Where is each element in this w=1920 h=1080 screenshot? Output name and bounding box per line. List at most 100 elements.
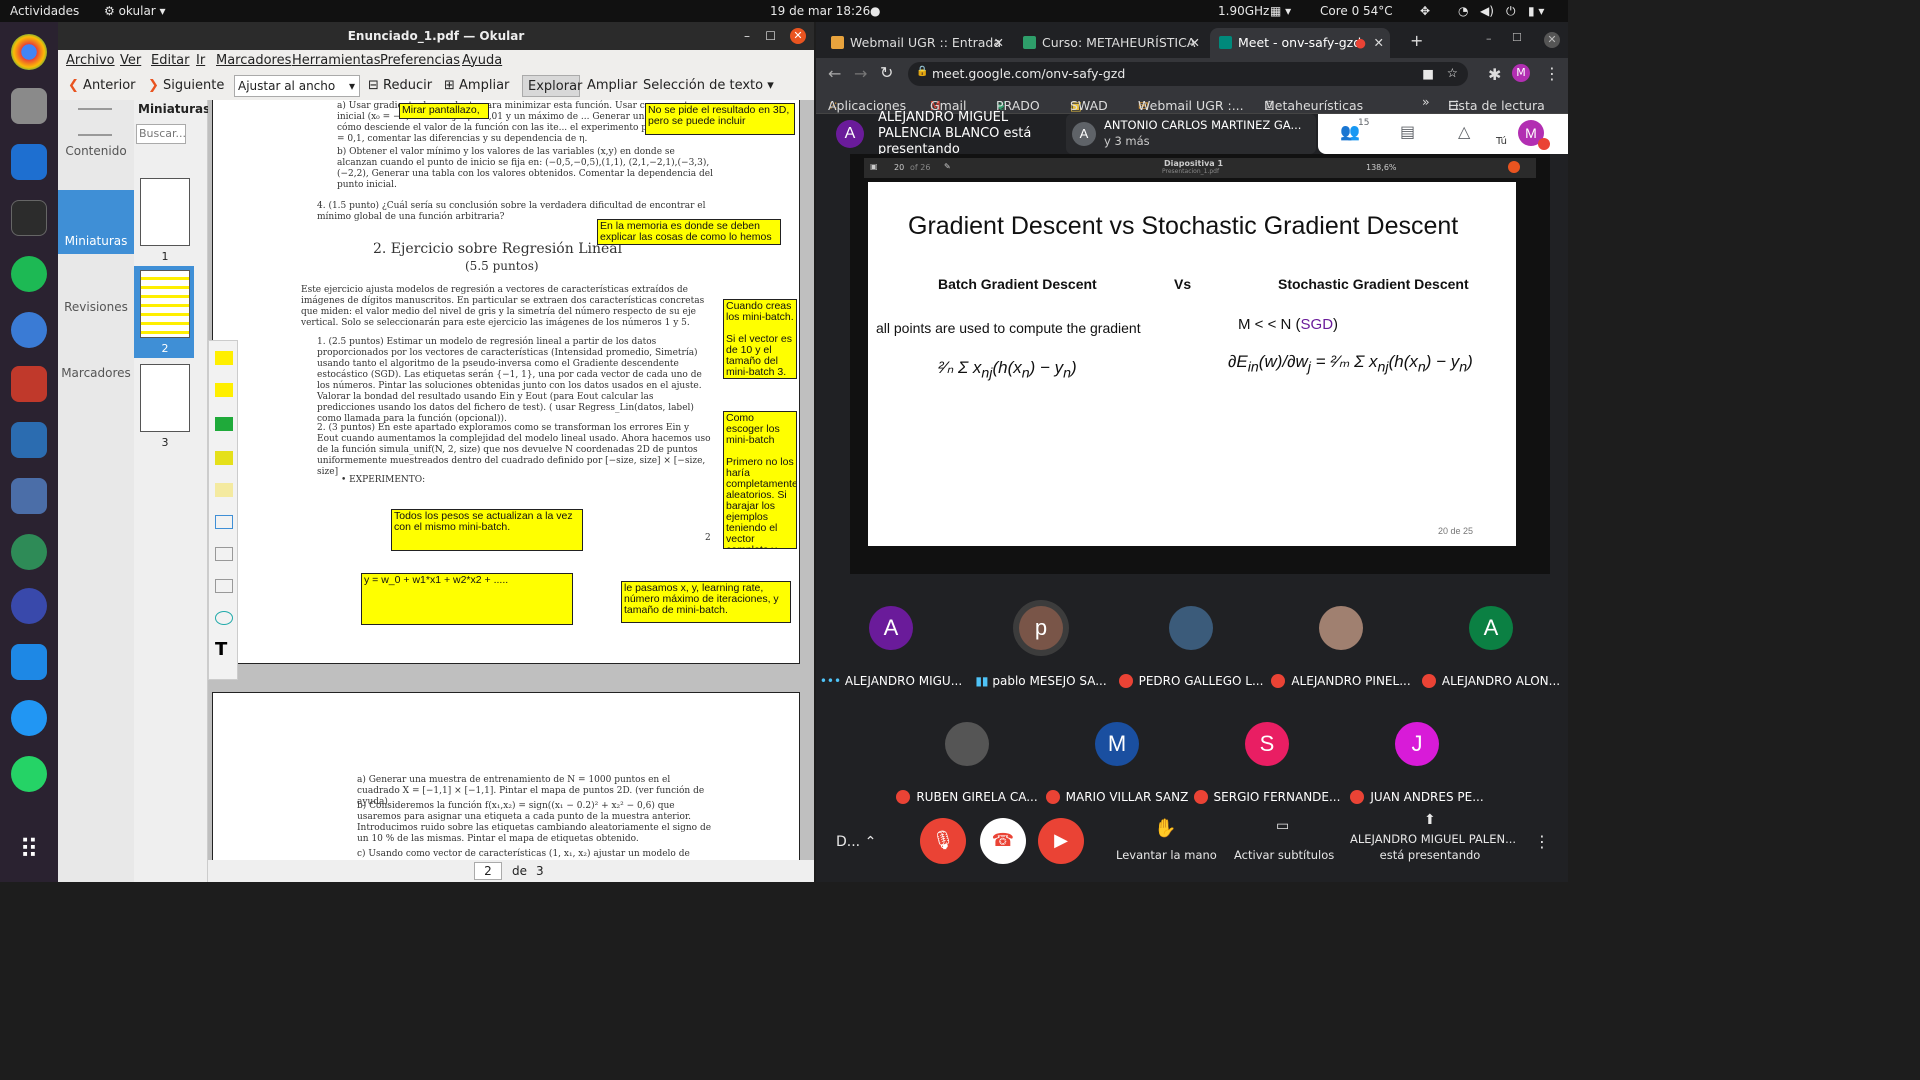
close-tab-icon[interactable]: ✕ — [1374, 35, 1384, 50]
browse-tool-button[interactable]: Explorar — [522, 75, 582, 97]
yellow-highlighter-icon[interactable] — [215, 451, 233, 465]
participant-tile[interactable]: PEDRO GALLEGO L... — [1116, 586, 1266, 696]
participant-tile[interactable]: S SERGIO FERNANDE... — [1192, 702, 1342, 812]
annotation-note[interactable]: le pasamos x, y, learning rate, número m… — [621, 581, 791, 623]
raise-hand-button[interactable]: Levantar la mano — [1116, 848, 1217, 862]
vscode-icon[interactable] — [11, 644, 47, 680]
sidebar-reviews[interactable]: Revisiones — [58, 256, 134, 320]
clock[interactable]: 19 de mar 18:26 — [770, 4, 870, 18]
extensions-icon[interactable]: ✱ — [1488, 65, 1501, 84]
presenting-button[interactable]: ALEJANDRO MIGUEL PALEN... — [1350, 832, 1516, 846]
activities-icon[interactable]: △ — [1458, 122, 1470, 141]
annotation-note[interactable]: Cuando creas los mini-batch. Si el vecto… — [723, 299, 797, 379]
minimize-icon[interactable]: – — [1486, 32, 1492, 45]
app-icon-globe[interactable] — [11, 700, 47, 736]
cpu-freq[interactable]: 1.90GHz — [1218, 4, 1269, 18]
participant-tile[interactable]: p ▮▮ pablo MESEJO SA... — [966, 586, 1116, 696]
menu-herramientas[interactable]: Herramientas — [292, 53, 381, 68]
profile-avatar[interactable]: M — [1512, 64, 1530, 82]
zoom-tool-button[interactable]: Ampliar — [587, 78, 637, 93]
window-icon[interactable] — [11, 478, 47, 514]
reload-icon[interactable]: ↻ — [880, 63, 893, 82]
texmaker-icon[interactable] — [11, 422, 47, 458]
wifi-icon[interactable]: ◔ — [1458, 4, 1468, 18]
participant-tile[interactable]: A ••• ALEJANDRO MIGU... — [816, 586, 966, 696]
app-icon-green[interactable] — [11, 534, 47, 570]
annotation-note[interactable]: En la memoria es donde se deben explicar… — [597, 219, 781, 245]
participant-tile[interactable]: RUBEN GIRELA CA... — [892, 702, 1042, 812]
app-icon-indigo[interactable] — [11, 588, 47, 624]
annotation-note[interactable]: No se pide el resultado en 3D, pero se p… — [645, 103, 795, 135]
indicator-icon[interactable]: ✥ — [1420, 4, 1430, 18]
ellipse-tool-icon[interactable] — [215, 611, 233, 625]
core-temp[interactable]: Core 0 54°C — [1320, 4, 1393, 18]
close-icon[interactable]: ✕ — [1544, 32, 1560, 48]
close-icon[interactable]: ✕ — [790, 28, 806, 44]
mic-toggle-button[interactable]: 🎙 — [920, 818, 966, 864]
camera-icon[interactable]: ■ — [1422, 66, 1434, 81]
thumbnail-page-2[interactable] — [140, 270, 190, 338]
leave-call-button[interactable]: ☎ — [980, 818, 1026, 864]
sidebar-bookmarks[interactable]: Marcadores — [58, 322, 134, 386]
page-input[interactable]: 2 — [474, 862, 502, 880]
whatsapp-icon[interactable] — [11, 756, 47, 792]
sidebar-contents[interactable]: Contenido — [58, 100, 134, 164]
people-icon[interactable]: 👥 — [1340, 122, 1360, 141]
new-tab-icon[interactable]: + — [1410, 31, 1423, 50]
app-menu[interactable]: ⚙ okular ▾ — [104, 4, 166, 18]
power-icon[interactable]: ⏻ — [1506, 4, 1516, 19]
annotation-note[interactable]: Como escoger los mini-batch Primero no l… — [723, 411, 797, 549]
terminal-icon[interactable] — [11, 200, 47, 236]
minimize-icon[interactable]: – — [744, 22, 750, 50]
more-bookmarks-icon[interactable]: » — [1422, 94, 1430, 109]
meeting-details-button[interactable]: D... ⌃ — [836, 834, 876, 850]
app-grid-icon[interactable]: ⠿ — [11, 832, 47, 868]
inline-note-tool-icon[interactable] — [215, 383, 233, 397]
text-select-button[interactable]: Selección de texto ▾ — [643, 78, 774, 93]
participant-tile[interactable]: J JUAN ANDRES PE... — [1342, 702, 1492, 812]
tab-webmail[interactable]: Webmail UGR :: Entrada ✕ — [822, 28, 1010, 58]
forward-icon[interactable]: → — [854, 64, 867, 83]
star-icon[interactable]: ☆ — [1447, 65, 1458, 80]
camera-toggle-button[interactable]: ▶ — [1038, 818, 1084, 864]
thumbnail-page-3[interactable] — [140, 364, 190, 432]
menu-preferencias[interactable]: Preferencias — [380, 53, 460, 68]
chat-icon[interactable]: ▤ — [1400, 122, 1415, 141]
annotation-note[interactable]: Todos los pesos se actualizan a la vez c… — [391, 509, 583, 551]
underline-tool-icon[interactable] — [215, 515, 233, 529]
writer-icon[interactable] — [11, 144, 47, 180]
note-tool-icon[interactable] — [215, 351, 233, 365]
tab-curso[interactable]: Curso: METAHEURÍSTICA ✕ — [1014, 28, 1206, 58]
chrome-icon[interactable] — [11, 34, 47, 70]
more-options-icon[interactable]: ⋮ — [1534, 832, 1550, 851]
spotify-icon[interactable] — [11, 256, 47, 292]
menu-ir[interactable]: Ir — [196, 53, 205, 68]
others-presenting[interactable]: A ANTONIO CARLOS MARTINEZ GA... y 3 más — [1066, 114, 1316, 154]
zoom-out-button[interactable]: ⊟ Reducir — [368, 78, 432, 93]
menu-archivo[interactable]: Archivo — [66, 53, 115, 68]
volume-icon[interactable]: ◀) — [1480, 4, 1494, 18]
app-icon-blue[interactable] — [11, 312, 47, 348]
zoom-in-button[interactable]: ⊞ Ampliar — [444, 78, 509, 93]
battery-icon[interactable]: ▮ ▾ — [1528, 4, 1544, 18]
annotation-note[interactable]: Mirar pantallazo, — [399, 103, 489, 119]
participant-tile[interactable]: ALEJANDRO PINEL... — [1266, 586, 1416, 696]
participant-tile[interactable]: A ALEJANDRO ALON... — [1416, 586, 1566, 696]
pdf-icon[interactable] — [11, 366, 47, 402]
captions-button[interactable]: Activar subtítulos — [1234, 848, 1334, 862]
green-highlighter-icon[interactable] — [215, 417, 233, 431]
back-icon[interactable]: ← — [828, 64, 841, 83]
thumbnails-search[interactable]: Buscar... — [136, 124, 186, 144]
previous-button[interactable]: ❮ Anterior — [68, 78, 136, 93]
sidebar-thumbnails[interactable]: Miniaturas — [58, 190, 134, 254]
menu-editar[interactable]: Editar — [151, 53, 190, 68]
activities-button[interactable]: Actividades — [10, 4, 79, 18]
typewriter-tool-icon[interactable]: T — [215, 641, 233, 659]
stamp-tool-icon[interactable] — [215, 547, 233, 561]
close-tab-icon[interactable]: ✕ — [994, 35, 1004, 50]
address-bar[interactable]: 🔒 meet.google.com/onv-safy-gzd ■ ☆ — [908, 62, 1468, 86]
maximize-icon[interactable]: ☐ — [765, 22, 776, 50]
document-view[interactable]: a) Usar gradiente descendente para minim… — [208, 100, 814, 882]
line-tool-icon[interactable] — [215, 579, 233, 593]
thumbnail-page-1[interactable] — [140, 178, 190, 246]
